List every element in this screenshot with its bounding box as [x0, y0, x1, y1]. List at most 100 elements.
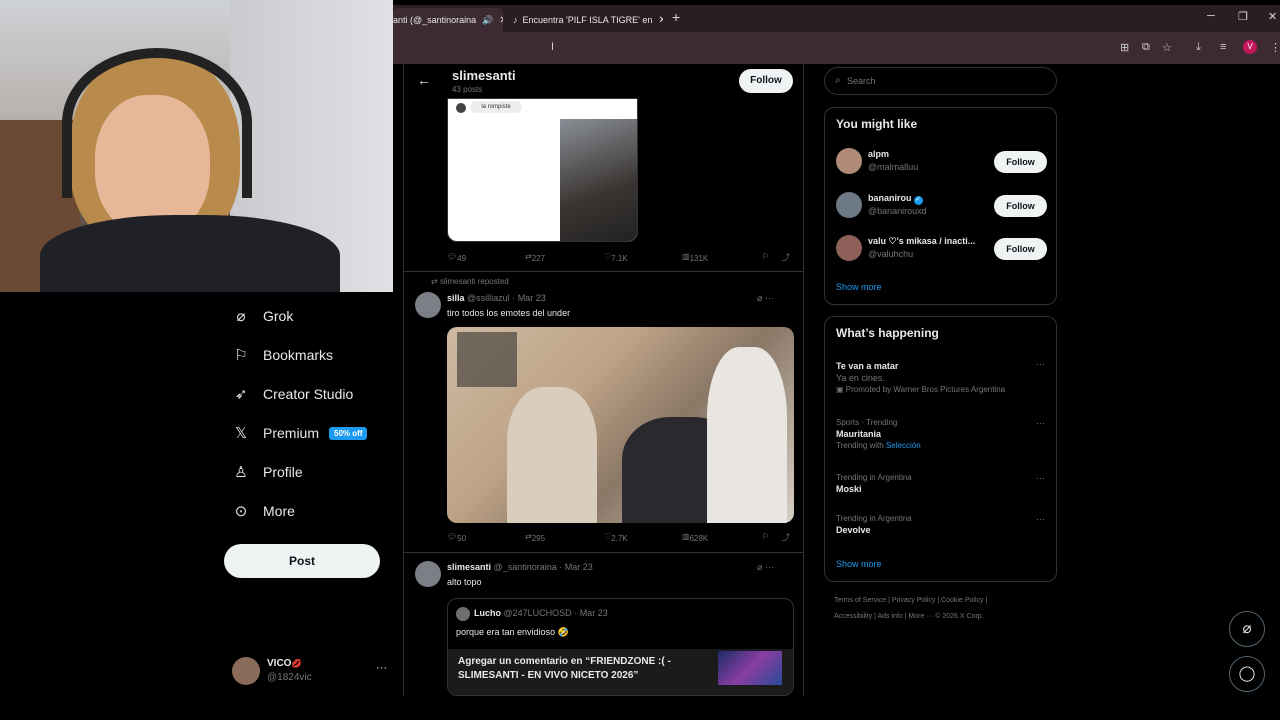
suggested-user[interactable]: alpm @malmalluu Follow — [836, 148, 1048, 178]
user-handle: @valuhchu — [868, 249, 914, 259]
follow-button[interactable]: Follow — [994, 151, 1047, 173]
browser-tab-active[interactable]: anti (@_santinoraina 🔊 ✕ — [393, 8, 503, 32]
footer-links[interactable]: Terms of Service | Privacy Policy | Cook… — [834, 593, 1064, 625]
grok-icon[interactable]: ⌀ ··· — [757, 562, 774, 573]
more-dots-icon[interactable]: ··· — [1036, 418, 1045, 428]
nav-more[interactable]: ⊙ More — [232, 496, 295, 526]
reply-button[interactable]: 💬︎ 50 — [447, 532, 466, 543]
messages-fab-button[interactable]: ◯ — [1229, 656, 1265, 692]
show-more-link[interactable]: Show more — [836, 559, 882, 569]
extensions-icon[interactable]: ≡ — [1220, 41, 1226, 53]
more-dots-icon[interactable]: ··· — [1036, 473, 1045, 483]
search-placeholder: Search — [847, 76, 876, 86]
post-actions: 💬︎ 50 ⇄ 295 ♡ 2.7K ▥ 628K ⚐ ⤴ — [447, 530, 797, 546]
show-more-link[interactable]: Show more — [836, 282, 882, 292]
close-tab-icon[interactable]: ✕ — [499, 15, 503, 26]
install-app-icon[interactable]: ⧉ — [1142, 41, 1150, 54]
views-button[interactable]: ▥ 131K — [682, 252, 708, 263]
link-card-thumbnail — [718, 651, 782, 685]
views-button[interactable]: ▥ 628K — [682, 532, 708, 543]
menu-icon[interactable]: ⋮ — [1270, 41, 1280, 54]
trend-item[interactable]: Trending in Argentina Devolve ··· — [836, 514, 1048, 535]
nav-label: Creator Studio — [263, 386, 354, 402]
translate-icon[interactable]: ⊞ — [1120, 41, 1129, 54]
post-text: tiro todos los emotes del under — [447, 308, 571, 318]
close-window-icon[interactable]: ✕ — [1268, 10, 1277, 23]
avatar[interactable] — [415, 292, 441, 318]
footer-line[interactable]: Accessibility | Ads info | More ··· © 20… — [834, 609, 1064, 625]
close-tab-icon[interactable]: ✕ — [658, 15, 663, 26]
back-arrow-icon[interactable]: ← — [417, 72, 431, 88]
nav-creator-studio[interactable]: ➶ Creator Studio — [232, 379, 354, 409]
follow-button[interactable]: Follow — [739, 69, 793, 93]
avatar — [456, 103, 466, 113]
bookmark-icon: ⚐ — [234, 347, 248, 364]
suggested-user[interactable]: valu ♡'s mikasa / inacti... @valuhchu Fo… — [836, 235, 1048, 265]
grok-icon[interactable]: ⌀ ··· — [757, 293, 774, 304]
trend-item[interactable]: Te van a matar Ya en cines. ▣ Promoted b… — [836, 359, 1048, 394]
browser-profile-icon[interactable]: V — [1243, 40, 1257, 54]
repost-button[interactable]: ⇄ 295 — [525, 532, 545, 543]
trend-context: Trending in Argentina — [836, 514, 912, 523]
follow-button[interactable]: Follow — [994, 238, 1047, 260]
speaker-icon[interactable]: 🔊 — [482, 15, 493, 26]
share-icon[interactable]: ⤴ — [782, 252, 790, 263]
like-button[interactable]: ♡ 2.7K — [604, 532, 628, 543]
panel-title: You might like — [836, 117, 918, 131]
bookmark-icon[interactable]: ⚐ — [762, 252, 769, 261]
browser-tab[interactable]: ♪ Encuentra 'PILF ISLA TIGRE' en ✕ — [513, 8, 663, 32]
trend-context: Trending in Argentina — [836, 473, 912, 482]
user-name: alpm — [868, 149, 890, 159]
link-card[interactable]: Agregar un comentario en “FRIENDZONE :( … — [448, 649, 793, 695]
trend-item[interactable]: Sports · Trending Mauritania Trending wi… — [836, 418, 1048, 450]
post-media[interactable] — [447, 327, 794, 523]
quote-text: porque era tan envidioso 🤣 — [456, 627, 569, 637]
more-dots-icon[interactable]: ··· — [1036, 359, 1045, 369]
avatar — [232, 657, 260, 685]
more-circle-icon: ⊙ — [234, 503, 248, 520]
post-media[interactable]: la rompiste — [447, 98, 638, 242]
post-text: alto topo — [447, 577, 482, 587]
nav-label: Profile — [263, 464, 303, 480]
trend-context: Sports · Trending — [836, 418, 898, 427]
nav-bookmarks[interactable]: ⚐ Bookmarks — [232, 340, 333, 370]
nav-grok[interactable]: ⌀ Grok — [232, 301, 293, 331]
media-thumbnail — [560, 119, 637, 241]
account-switcher[interactable]: VICO💋 @1824vic ··· — [232, 656, 392, 686]
trend-subtitle: Ya en cines. — [836, 373, 885, 383]
trend-title: Devolve — [836, 525, 871, 535]
search-input[interactable]: ⌕ Search — [824, 67, 1057, 95]
grok-fab-button[interactable]: ⌀ — [1229, 611, 1265, 647]
more-dots-icon[interactable]: ··· — [1036, 514, 1045, 524]
share-icon[interactable]: ⤴ — [782, 532, 790, 543]
more-dots-icon[interactable]: ··· — [376, 662, 387, 674]
avatar[interactable] — [415, 561, 441, 587]
reply-button[interactable]: 💬︎ 49 — [447, 252, 466, 263]
restore-icon[interactable]: ❐ — [1238, 10, 1248, 23]
trend-item[interactable]: Trending in Argentina Moski ··· — [836, 473, 1048, 494]
repost-button[interactable]: ⇄ 227 — [525, 252, 545, 263]
post-button[interactable]: Post — [224, 544, 380, 578]
person-icon: ♙ — [234, 464, 248, 481]
suggested-user[interactable]: bananirou ✓ @bananirouxd Follow — [836, 192, 1048, 222]
download-icon[interactable]: ⤓ — [1196, 41, 1201, 54]
nav-profile[interactable]: ♙ Profile — [232, 457, 303, 487]
trend-link[interactable]: Selección — [886, 441, 921, 450]
account-name: VICO💋 — [267, 658, 302, 669]
tab-title: anti (@_santinoraina — [393, 15, 477, 25]
bookmark-star-icon[interactable]: ☆ — [1162, 41, 1172, 54]
follow-button[interactable]: Follow — [994, 195, 1047, 217]
bookmark-icon[interactable]: ⚐ — [762, 532, 769, 541]
nav-premium[interactable]: 𝕏 Premium 50% off — [232, 418, 368, 448]
quoted-post[interactable]: Lucho @247LUCHOSD · Mar 23 porque era ta… — [447, 598, 794, 696]
minimize-icon[interactable]: ─ — [1207, 10, 1215, 22]
discount-badge: 50% off — [329, 426, 368, 440]
avatar — [456, 607, 470, 621]
footer-line[interactable]: Terms of Service | Privacy Policy | Cook… — [834, 593, 1064, 609]
tiktok-icon: ♪ — [513, 15, 518, 25]
trend-title: Moski — [836, 484, 862, 494]
like-button[interactable]: ♡ 7.1K — [604, 252, 628, 263]
avatar — [836, 148, 862, 174]
search-icon: ⌕ — [835, 75, 841, 86]
new-tab-button[interactable]: + — [672, 9, 680, 25]
